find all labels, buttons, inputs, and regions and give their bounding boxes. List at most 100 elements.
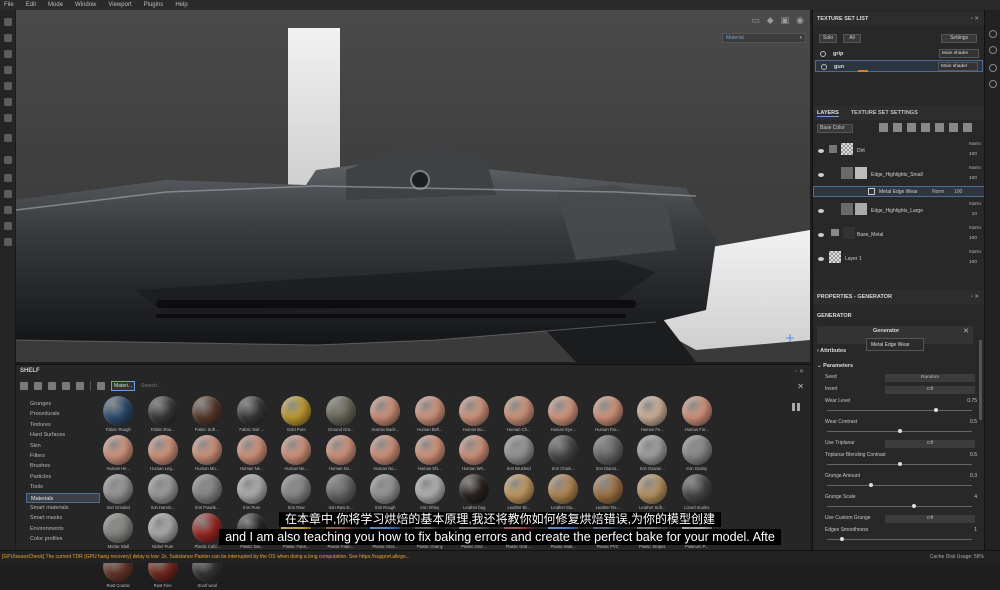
param-slider[interactable]: [827, 504, 972, 508]
material-thumbnail[interactable]: Iron Raw D...: [319, 473, 364, 512]
param-value[interactable]: 0.75: [967, 398, 977, 404]
param-value[interactable]: 0.3: [970, 473, 977, 479]
export-icon[interactable]: [4, 190, 12, 198]
layer-row[interactable]: Layer 1 Norm 100: [813, 248, 985, 270]
layer-row[interactable]: Dirt Norm 100: [813, 140, 985, 162]
add-folder-icon[interactable]: [949, 123, 958, 132]
shelf-category[interactable]: Grunges: [26, 399, 100, 409]
shelf-category[interactable]: Procedurals: [26, 409, 100, 419]
slider-handle[interactable]: [868, 483, 873, 487]
radio-icon[interactable]: [820, 51, 826, 57]
all-button[interactable]: All: [843, 34, 861, 43]
panel-close-icon[interactable]: ▫ ✕: [971, 12, 979, 26]
clone-icon[interactable]: [4, 98, 12, 106]
geometry-mask-icon[interactable]: [4, 66, 12, 74]
material-thumbnail[interactable]: Iron Raw: [274, 473, 319, 512]
add-fill-layer-icon[interactable]: [893, 123, 902, 132]
shelf-category[interactable]: Hard Surfaces: [26, 430, 100, 440]
blend-mode[interactable]: Norm: [969, 226, 981, 231]
layer-opacity[interactable]: 10: [972, 212, 977, 217]
material-thumbnail[interactable]: Human Shi...: [408, 434, 453, 473]
menu-viewport[interactable]: Viewport: [108, 2, 131, 8]
menu-mode[interactable]: Mode: [48, 2, 63, 8]
projection-icon[interactable]: [4, 50, 12, 58]
material-thumbnail[interactable]: Human No...: [319, 434, 364, 473]
param-value[interactable]: 0.5: [970, 419, 977, 425]
material-thumbnail[interactable]: Human He...: [96, 434, 141, 473]
visibility-eye-icon[interactable]: [818, 149, 824, 153]
visibility-eye-icon[interactable]: [818, 173, 824, 177]
filter-icon[interactable]: [97, 382, 105, 390]
hide-icon[interactable]: [62, 382, 70, 390]
blend-mode[interactable]: Norm: [969, 250, 981, 255]
shelf-category[interactable]: Filters: [26, 451, 100, 461]
layers-icon[interactable]: [989, 46, 997, 54]
param-slider[interactable]: [827, 462, 972, 466]
material-thumbnail[interactable]: Iron Shiny: [408, 473, 453, 512]
material-thumbnail[interactable]: Human Ne...: [274, 434, 319, 473]
frame-icon[interactable]: ▭: [751, 15, 760, 26]
generator-row[interactable]: Metal Edge Wear Norm 100: [813, 186, 985, 197]
clear-search-icon[interactable]: ✕: [797, 382, 804, 391]
solo-button[interactable]: Solo: [819, 34, 837, 43]
add-layer-icon[interactable]: [907, 123, 916, 132]
param-seed[interactable]: Seed Random: [819, 374, 979, 386]
texture-set-gun[interactable]: gun Main shader: [815, 60, 983, 72]
material-thumbnail[interactable]: Human Fac...: [586, 395, 631, 434]
material-thumbnail[interactable]: Human No...: [363, 434, 408, 473]
material-thumbnail[interactable]: Iron Rough: [363, 473, 408, 512]
material-thumbnail[interactable]: Human Bu...: [452, 395, 497, 434]
shelf-category[interactable]: Particles: [26, 472, 100, 482]
material-thumbnail[interactable]: Human Ch...: [497, 395, 542, 434]
shelf-search-input[interactable]: Search...: [141, 381, 341, 391]
slider-handle[interactable]: [912, 504, 916, 508]
param-value[interactable]: 4: [974, 494, 977, 500]
material-thumbnail[interactable]: Human Leg...: [141, 434, 186, 473]
shelf-float-icon[interactable]: ▫ ✕: [795, 368, 804, 375]
shelf-category[interactable]: Textures: [26, 420, 100, 430]
visibility-eye-icon[interactable]: [818, 209, 824, 213]
display-settings-icon[interactable]: [4, 206, 12, 214]
material-thumbnail[interactable]: Iron Diamo...: [586, 434, 631, 473]
material-thumbnail[interactable]: Iron Pure: [230, 473, 275, 512]
layer-row[interactable]: Edge_Highlights_Large Norm 10: [813, 200, 985, 222]
eraser-icon[interactable]: [4, 34, 12, 42]
material-thumbnail[interactable]: Fabric Rou...: [141, 395, 186, 434]
shelf-category[interactable]: Tools: [26, 482, 100, 492]
material-thumbnail[interactable]: Human Eye...: [541, 395, 586, 434]
blend-mode[interactable]: Norm: [969, 202, 981, 207]
material-thumbnail[interactable]: Iron Hamm...: [141, 473, 186, 512]
properties-icon[interactable]: [989, 64, 997, 72]
menu-help[interactable]: Help: [175, 2, 187, 8]
smudge-icon[interactable]: [4, 82, 12, 90]
shader-select[interactable]: Main shader: [939, 49, 979, 58]
material-thumbnail[interactable]: Iron Powde...: [185, 473, 230, 512]
attributes-section[interactable]: › Attributes: [817, 348, 846, 354]
menu-edit[interactable]: Edit: [26, 2, 36, 8]
shelf-category[interactable]: Brushes: [26, 461, 100, 471]
channel-select[interactable]: Base Color: [817, 124, 853, 133]
layer-row[interactable]: Edge_Highlights_Small Norm 100: [813, 164, 985, 186]
param-slider[interactable]: [827, 483, 972, 487]
export-resource-icon[interactable]: [76, 382, 84, 390]
shelf-category[interactable]: Skin: [26, 441, 100, 451]
add-generator-icon[interactable]: [935, 123, 944, 132]
material-thumbnail[interactable]: Leather Soft...: [630, 473, 675, 512]
param-triplanar-blending-contrast[interactable]: Triplanar Blending Contrast 0.5: [819, 452, 979, 473]
menu-window[interactable]: Window: [75, 2, 96, 8]
import-icon[interactable]: [48, 382, 56, 390]
filter-tag-field[interactable]: Materi...: [111, 381, 135, 391]
folder-icon[interactable]: [20, 382, 28, 390]
delete-layer-icon[interactable]: [963, 123, 972, 132]
menu-file[interactable]: File: [4, 2, 14, 8]
bake-icon[interactable]: [4, 134, 12, 142]
material-thumbnail[interactable]: Iron Grainy: [675, 434, 720, 473]
parameters-section[interactable]: ⌄ Parameters: [817, 363, 853, 369]
param-invert[interactable]: Invert Off: [819, 386, 979, 398]
layer-opacity[interactable]: 100: [969, 152, 977, 157]
texture-set-grip[interactable]: grip Main shader: [815, 48, 983, 60]
tab-texture-set-settings[interactable]: TEXTURE SET SETTINGS: [851, 110, 918, 116]
add-mask-icon[interactable]: [921, 123, 930, 132]
3d-viewport[interactable]: ▭ ◆ ▣ ◉ Material: [16, 10, 810, 362]
blend-mode[interactable]: Norm: [932, 189, 944, 195]
